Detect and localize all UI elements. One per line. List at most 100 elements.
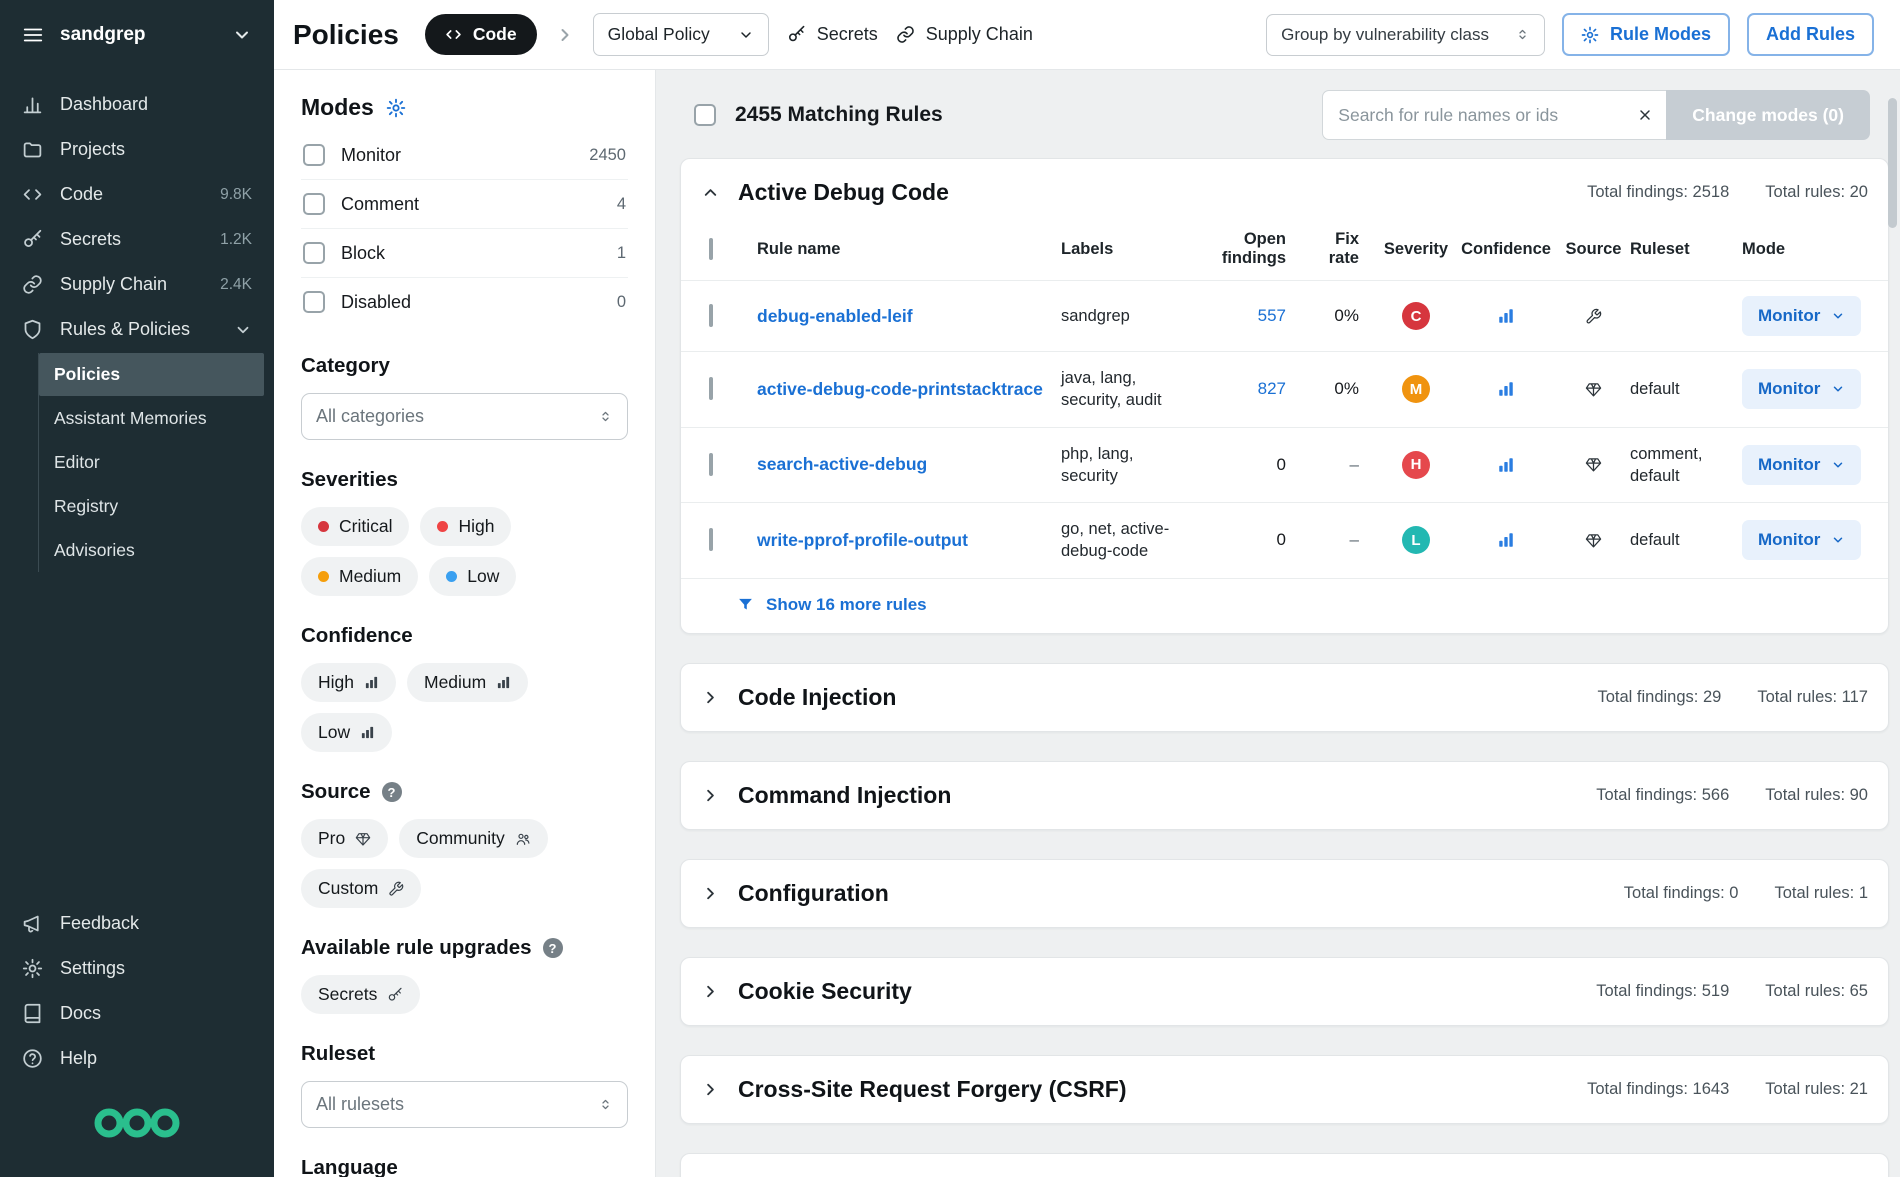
- change-modes-button[interactable]: Change modes (0): [1666, 90, 1870, 140]
- help-question-icon[interactable]: ?: [543, 938, 563, 958]
- open-findings-link[interactable]: 827: [1197, 379, 1304, 399]
- chevron-right-icon[interactable]: [701, 982, 720, 1001]
- sidebar-item-feedback[interactable]: Feedback: [0, 901, 274, 946]
- sidebar-item-policies[interactable]: Policies: [39, 353, 264, 396]
- group-header[interactable]: Active Debug Code Total findings: 2518 T…: [681, 159, 1888, 226]
- checkbox[interactable]: [303, 193, 325, 215]
- show-more-label: Show 16 more rules: [766, 595, 927, 615]
- checkbox[interactable]: [303, 144, 325, 166]
- sidebar-item-rules-policies[interactable]: Rules & Policies: [0, 307, 274, 352]
- open-findings-link[interactable]: 557: [1197, 306, 1304, 326]
- group-header[interactable]: Cross-Site Request Forgery (CSRF) Total …: [681, 1056, 1888, 1123]
- rule-name-link[interactable]: search-active-debug: [757, 454, 1061, 475]
- supply-chain-product-link[interactable]: Supply Chain: [896, 24, 1033, 45]
- sidebar-item-code[interactable]: Code 9.8K: [0, 172, 274, 217]
- search-input[interactable]: [1338, 105, 1629, 126]
- mode-dropdown[interactable]: Monitor: [1742, 445, 1861, 485]
- chevron-right-icon[interactable]: [701, 1080, 720, 1099]
- chevron-right-icon[interactable]: [701, 884, 720, 903]
- help-question-icon[interactable]: ?: [382, 782, 402, 802]
- category-select[interactable]: All categories: [301, 393, 628, 440]
- category-section-title: Category: [301, 354, 628, 378]
- main-content: 2455 Matching Rules Change modes (0): [656, 70, 1900, 1177]
- high-dot-icon: [437, 521, 448, 532]
- key-icon: [22, 229, 43, 250]
- sidebar-item-label: Help: [60, 1048, 97, 1069]
- dashboard-icon: [22, 94, 43, 115]
- severity-chip-medium[interactable]: Medium: [301, 557, 418, 596]
- group-header[interactable]: Cross-Site-Scripting (XSS) Total finding…: [681, 1154, 1888, 1177]
- policy-select[interactable]: Global Policy: [593, 13, 769, 56]
- vertical-scrollbar[interactable]: [1888, 98, 1897, 228]
- severity-chip-critical[interactable]: Critical: [301, 507, 409, 546]
- checkbox[interactable]: [303, 291, 325, 313]
- upgrade-chip-secrets[interactable]: Secrets: [301, 975, 420, 1014]
- sidebar-item-label: Code: [60, 184, 103, 205]
- row-checkbox[interactable]: [709, 304, 713, 327]
- confidence-chip-high[interactable]: High: [301, 663, 396, 702]
- sidebar-item-help[interactable]: Help: [0, 1036, 274, 1081]
- checkbox[interactable]: [303, 242, 325, 264]
- severity-chip-high[interactable]: High: [420, 507, 511, 546]
- sidebar-item-secrets[interactable]: Secrets 1.2K: [0, 217, 274, 262]
- ruleset-select[interactable]: All rulesets: [301, 1081, 628, 1128]
- mode-dropdown[interactable]: Monitor: [1742, 296, 1861, 336]
- confidence-chip-medium[interactable]: Medium: [407, 663, 528, 702]
- code-product-button[interactable]: Code: [425, 14, 537, 55]
- sidebar-item-label: Docs: [60, 1003, 101, 1024]
- rule-modes-button[interactable]: Rule Modes: [1562, 13, 1730, 56]
- group-header[interactable]: Code Injection Total findings: 29 Total …: [681, 664, 1888, 731]
- sidebar-item-dashboard[interactable]: Dashboard: [0, 82, 274, 127]
- group-by-select[interactable]: Group by vulnerability class: [1266, 14, 1545, 56]
- chevron-right-icon[interactable]: [701, 688, 720, 707]
- mode-filter-disabled[interactable]: Disabled 0: [301, 278, 628, 326]
- mode-filter-comment[interactable]: Comment 4: [301, 180, 628, 229]
- secrets-product-link[interactable]: Secrets: [787, 24, 878, 45]
- sidebar-item-assistant-memories[interactable]: Assistant Memories: [39, 397, 264, 440]
- show-more-rules-button[interactable]: Show 16 more rules: [681, 578, 1888, 633]
- sidebar-item-settings[interactable]: Settings: [0, 946, 274, 991]
- group-header[interactable]: Command Injection Total findings: 566 To…: [681, 762, 1888, 829]
- group-select-checkbox[interactable]: [709, 238, 713, 260]
- chevron-up-icon[interactable]: [701, 183, 720, 202]
- severity-chip-low[interactable]: Low: [429, 557, 516, 596]
- add-rules-button[interactable]: Add Rules: [1747, 13, 1874, 56]
- row-checkbox[interactable]: [709, 377, 713, 400]
- chain-link-icon: [22, 274, 43, 295]
- rule-name-link[interactable]: debug-enabled-leif: [757, 306, 1061, 327]
- mode-filter-count: 2450: [589, 146, 626, 165]
- group-header[interactable]: Configuration Total findings: 0 Total ru…: [681, 860, 1888, 927]
- group-header[interactable]: Cookie Security Total findings: 519 Tota…: [681, 958, 1888, 1025]
- group-totals: Total findings: 2518 Total rules: 20: [1587, 183, 1868, 202]
- gem-icon: [1557, 532, 1630, 549]
- mode-dropdown[interactable]: Monitor: [1742, 369, 1861, 409]
- source-chip-pro[interactable]: Pro: [301, 819, 388, 858]
- select-all-checkbox[interactable]: [694, 104, 716, 126]
- hamburger-menu-icon[interactable]: [22, 24, 44, 46]
- mode-dropdown[interactable]: Monitor: [1742, 520, 1861, 560]
- sidebar-item-registry[interactable]: Registry: [39, 485, 264, 528]
- ruleset-section-title: Ruleset: [301, 1042, 628, 1066]
- clear-search-icon[interactable]: [1637, 107, 1653, 123]
- confidence-chip-low[interactable]: Low: [301, 713, 392, 752]
- workspace-switcher[interactable]: sandgrep: [0, 0, 274, 70]
- row-checkbox[interactable]: [709, 528, 713, 551]
- sidebar-nav: Dashboard Projects Code 9.8K Secrets: [0, 70, 274, 578]
- sidebar-item-advisories[interactable]: Advisories: [39, 529, 264, 572]
- gear-icon[interactable]: [386, 98, 406, 118]
- mode-filter-block[interactable]: Block 1: [301, 229, 628, 278]
- sidebar-item-supply-chain[interactable]: Supply Chain 2.4K: [0, 262, 274, 307]
- source-chip-custom[interactable]: Custom: [301, 869, 421, 908]
- rule-name-link[interactable]: active-debug-code-printstacktrace: [757, 379, 1061, 400]
- source-chip-community[interactable]: Community: [399, 819, 548, 858]
- mode-filter-monitor[interactable]: Monitor 2450: [301, 131, 628, 180]
- sidebar-item-projects[interactable]: Projects: [0, 127, 274, 172]
- chevron-right-icon[interactable]: [701, 786, 720, 805]
- row-checkbox[interactable]: [709, 453, 713, 476]
- rule-name-link[interactable]: write-pprof-profile-output: [757, 530, 1061, 551]
- group-title: Cross-Site-Scripting (XSS): [738, 1174, 1028, 1177]
- sidebar-item-docs[interactable]: Docs: [0, 991, 274, 1036]
- total-rules: Total rules: 1: [1774, 884, 1868, 903]
- rule-group-code-injection: Code Injection Total findings: 29 Total …: [680, 663, 1889, 732]
- sidebar-item-editor[interactable]: Editor: [39, 441, 264, 484]
